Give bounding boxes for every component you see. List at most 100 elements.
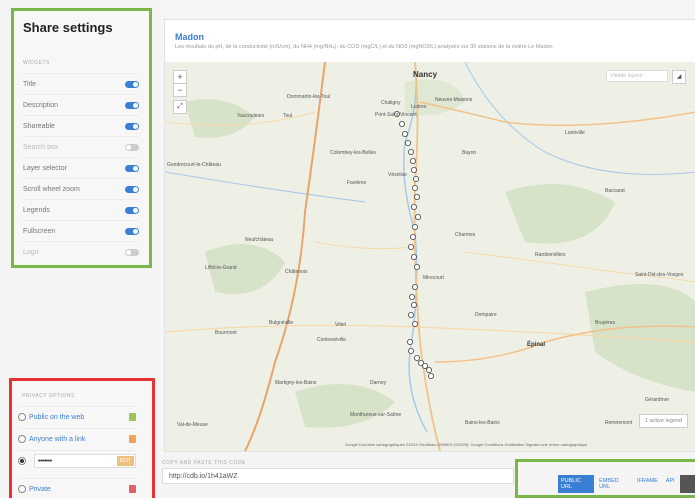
place-label: Lunéville xyxy=(565,130,585,136)
toggle-switch[interactable] xyxy=(125,185,139,193)
widget-toggle-label: Shareable xyxy=(23,122,55,130)
radio-selected-icon[interactable] xyxy=(18,457,26,465)
place-label: Baccarat xyxy=(605,188,625,194)
place-label: Pont-Saint-Vincent xyxy=(375,112,417,118)
place-label: Vittel xyxy=(335,322,347,328)
map-title: Madon xyxy=(175,32,204,42)
place-label: Dompaire xyxy=(475,312,497,318)
place-label: Bruyères xyxy=(595,320,616,326)
place-label: Darney xyxy=(370,380,387,386)
zoom-out-button[interactable]: − xyxy=(173,83,187,97)
legend-button[interactable]: 1 active legend xyxy=(639,414,688,428)
map-basemap xyxy=(165,62,695,451)
map-canvas[interactable]: + − ⤢ Visible layers ◢ Nancy Toul Dommar… xyxy=(165,62,695,451)
widget-toggle-label: Scroll wheel zoom xyxy=(23,185,80,193)
share-icon[interactable]: ◢ xyxy=(672,70,686,84)
copy-code-label: COPY AND PASTE THIS CODE xyxy=(162,460,246,466)
privacy-option-private[interactable]: Private xyxy=(18,478,136,499)
widget-toggle-row[interactable]: Fullscreen xyxy=(23,220,139,241)
place-label: Colombey-les-Belles xyxy=(330,150,376,156)
widget-toggle-row[interactable]: Scroll wheel zoom xyxy=(23,178,139,199)
tab-iframe[interactable]: IFRAME xyxy=(634,475,661,493)
share-tabs-panel: PUBLIC URL EMBED URL IFRAME API xyxy=(515,459,695,498)
widget-toggle-label: Logo xyxy=(23,248,39,256)
place-label: Nancy xyxy=(413,70,438,79)
radio-icon[interactable] xyxy=(18,435,26,443)
place-label: Bourmont xyxy=(215,330,237,336)
place-label: Ludres xyxy=(411,104,427,110)
radio-icon[interactable] xyxy=(18,485,26,493)
place-label: Châtenois xyxy=(285,269,308,275)
toggle-switch[interactable] xyxy=(125,248,139,256)
toggle-switch[interactable] xyxy=(125,122,139,130)
privacy-section-label: PRIVACY OPTIONS xyxy=(22,393,75,399)
privacy-option-password[interactable]: ••••••• EDIT xyxy=(18,450,136,471)
widget-toggle-label: Title xyxy=(23,80,36,88)
share-settings-sidebar: Share settings WIDGETS Title Description S… xyxy=(0,0,161,498)
place-label: Gondrecourt-le-Château xyxy=(167,162,221,168)
password-edit-button[interactable]: EDIT xyxy=(116,456,134,466)
tab-embed-url[interactable]: EMBED URL xyxy=(596,475,632,493)
toggle-switch[interactable] xyxy=(125,143,139,151)
place-label: Vézelise xyxy=(388,172,407,178)
tab-api[interactable]: API xyxy=(663,475,678,493)
place-label: Bayon xyxy=(462,150,477,156)
widgets-panel: Share settings WIDGETS Title Description S… xyxy=(11,8,152,268)
widget-toggle-label: Legends xyxy=(23,206,50,214)
password-field[interactable]: ••••••• EDIT xyxy=(34,454,136,468)
fullscreen-icon[interactable]: ⤢ xyxy=(173,100,187,114)
place-label: Neuves-Maisons xyxy=(435,97,473,103)
place-label: Vaucouleurs xyxy=(237,113,265,119)
place-label: Gérardmer xyxy=(645,397,670,403)
map-description: Les résultats du pH, de la conductivité … xyxy=(175,44,553,50)
widget-toggle-label: Fullscreen xyxy=(23,227,56,235)
tab-public-url[interactable]: PUBLIC URL xyxy=(558,475,595,493)
layers-selector[interactable]: Visible layers xyxy=(606,70,668,82)
share-url-field[interactable]: http://cdb.io/1h41aWZ xyxy=(162,468,514,484)
place-label: Dommartin-lès-Toul xyxy=(287,94,331,100)
place-label: Monthureux-sur-Saône xyxy=(350,412,402,418)
place-label: Val-de-Meuse xyxy=(177,422,208,428)
privacy-option-public[interactable]: Public on the web xyxy=(18,406,136,427)
widget-toggle-row[interactable]: Description xyxy=(23,94,139,115)
map-attribution: Google Données cartographiques ©2014 Geo… xyxy=(345,442,588,447)
toggle-switch[interactable] xyxy=(125,164,139,172)
map-preview-area: Madon Les résultats du pH, de la conduct… xyxy=(160,0,695,498)
place-label: Bulgnéville xyxy=(269,320,294,326)
widget-toggle-label: Search box xyxy=(23,143,59,151)
place-label: Charmes xyxy=(455,232,476,238)
widget-toggle-row[interactable]: Search box xyxy=(23,136,139,157)
place-label: Toul xyxy=(283,113,293,119)
widget-toggle-row[interactable]: Title xyxy=(23,73,139,94)
password-value: ••••••• xyxy=(38,457,52,465)
place-label: Mirecourt xyxy=(423,275,444,281)
widget-toggle-row[interactable]: Legends xyxy=(23,199,139,220)
toggle-switch[interactable] xyxy=(125,80,139,88)
place-label: Saint-Dié-des-Vosges xyxy=(635,272,684,278)
toggle-switch[interactable] xyxy=(125,206,139,214)
widget-toggle-row[interactable]: Logo xyxy=(23,241,139,262)
widget-toggle-label: Layer selector xyxy=(23,164,67,172)
widget-toggle-row[interactable]: Layer selector xyxy=(23,157,139,178)
place-label: Contrexéville xyxy=(317,337,346,343)
toggle-switch[interactable] xyxy=(125,227,139,235)
place-label: Neufchâteau xyxy=(245,237,274,243)
map-panel: Madon Les résultats du pH, de la conduct… xyxy=(164,19,695,452)
share-bar: COPY AND PASTE THIS CODE http://cdb.io/1… xyxy=(160,457,695,498)
place-label: Bains-les-Bains xyxy=(465,420,500,426)
zoom-in-button[interactable]: + xyxy=(173,70,187,84)
place-label: Martigny-les-Bains xyxy=(275,380,317,386)
place-label: Remiremont xyxy=(605,420,633,426)
toggle-switch[interactable] xyxy=(125,101,139,109)
privacy-option-link[interactable]: Anyone with a link xyxy=(18,428,136,449)
widget-toggle-row[interactable]: Shareable xyxy=(23,115,139,136)
radio-icon[interactable] xyxy=(18,413,26,421)
lock-icon xyxy=(129,435,136,443)
widgets-section-label: WIDGETS xyxy=(23,60,50,66)
widget-toggle-label: Description xyxy=(23,101,59,109)
privacy-panel: PRIVACY OPTIONS Public on the web Anyone… xyxy=(9,378,155,498)
place-label: Chaligny xyxy=(381,100,401,106)
copy-icon[interactable] xyxy=(679,475,695,493)
place-label: Rambervillers xyxy=(535,252,566,258)
share-settings-title: Share settings xyxy=(23,20,113,35)
